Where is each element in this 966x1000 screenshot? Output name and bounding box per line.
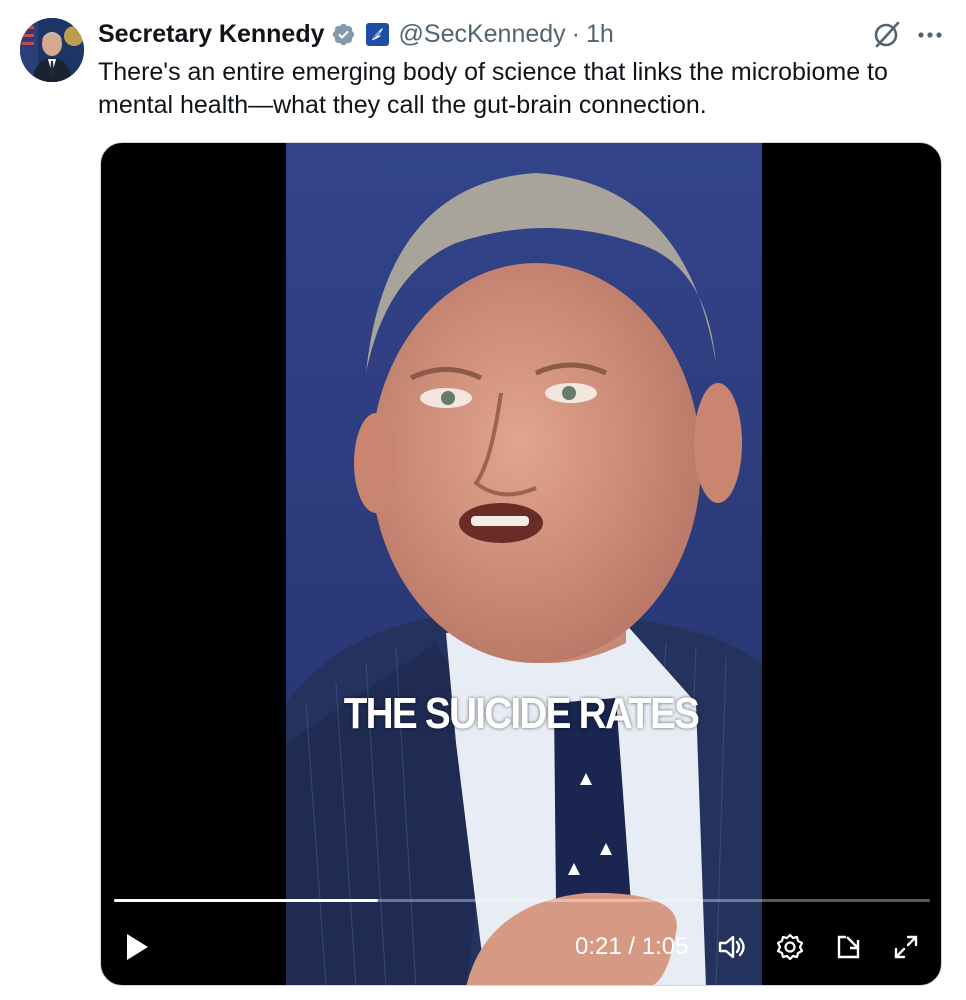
avatar[interactable] [20, 18, 84, 82]
video-still [286, 143, 762, 985]
fullscreen-icon [894, 935, 918, 959]
play-button[interactable] [117, 927, 157, 967]
progress-fill [114, 899, 378, 902]
volume-icon [718, 935, 745, 959]
settings-button[interactable] [771, 927, 809, 967]
separator-dot: · [571, 19, 580, 48]
popout-icon [837, 935, 860, 959]
video-player[interactable]: THE SUICIDE RATES 0:21 / 1:05 [100, 142, 942, 986]
avatar-image [20, 18, 84, 82]
video-caption: THE SUICIDE RATES [343, 689, 700, 738]
settings-icon [776, 933, 804, 961]
popout-button[interactable] [829, 927, 867, 967]
time-display: 0:21 / 1:05 [575, 933, 689, 960]
verified-badge-icon[interactable] [331, 22, 356, 47]
gov-affiliation-icon[interactable] [365, 22, 389, 46]
progress-bar[interactable] [114, 899, 930, 902]
timestamp[interactable]: 1h [586, 20, 614, 49]
handle[interactable]: @SecKennedy [399, 20, 566, 49]
volume-button[interactable] [713, 927, 751, 967]
video-frame[interactable] [286, 143, 762, 985]
more-icon[interactable] [916, 22, 944, 48]
fullscreen-button[interactable] [887, 927, 925, 967]
post-header: Secretary Kennedy @SecKennedy · 1h [98, 16, 614, 52]
grok-icon[interactable] [872, 19, 902, 49]
play-icon [127, 934, 148, 960]
display-name[interactable]: Secretary Kennedy [98, 20, 325, 49]
post-text: There's an entire emerging body of scien… [98, 58, 888, 119]
